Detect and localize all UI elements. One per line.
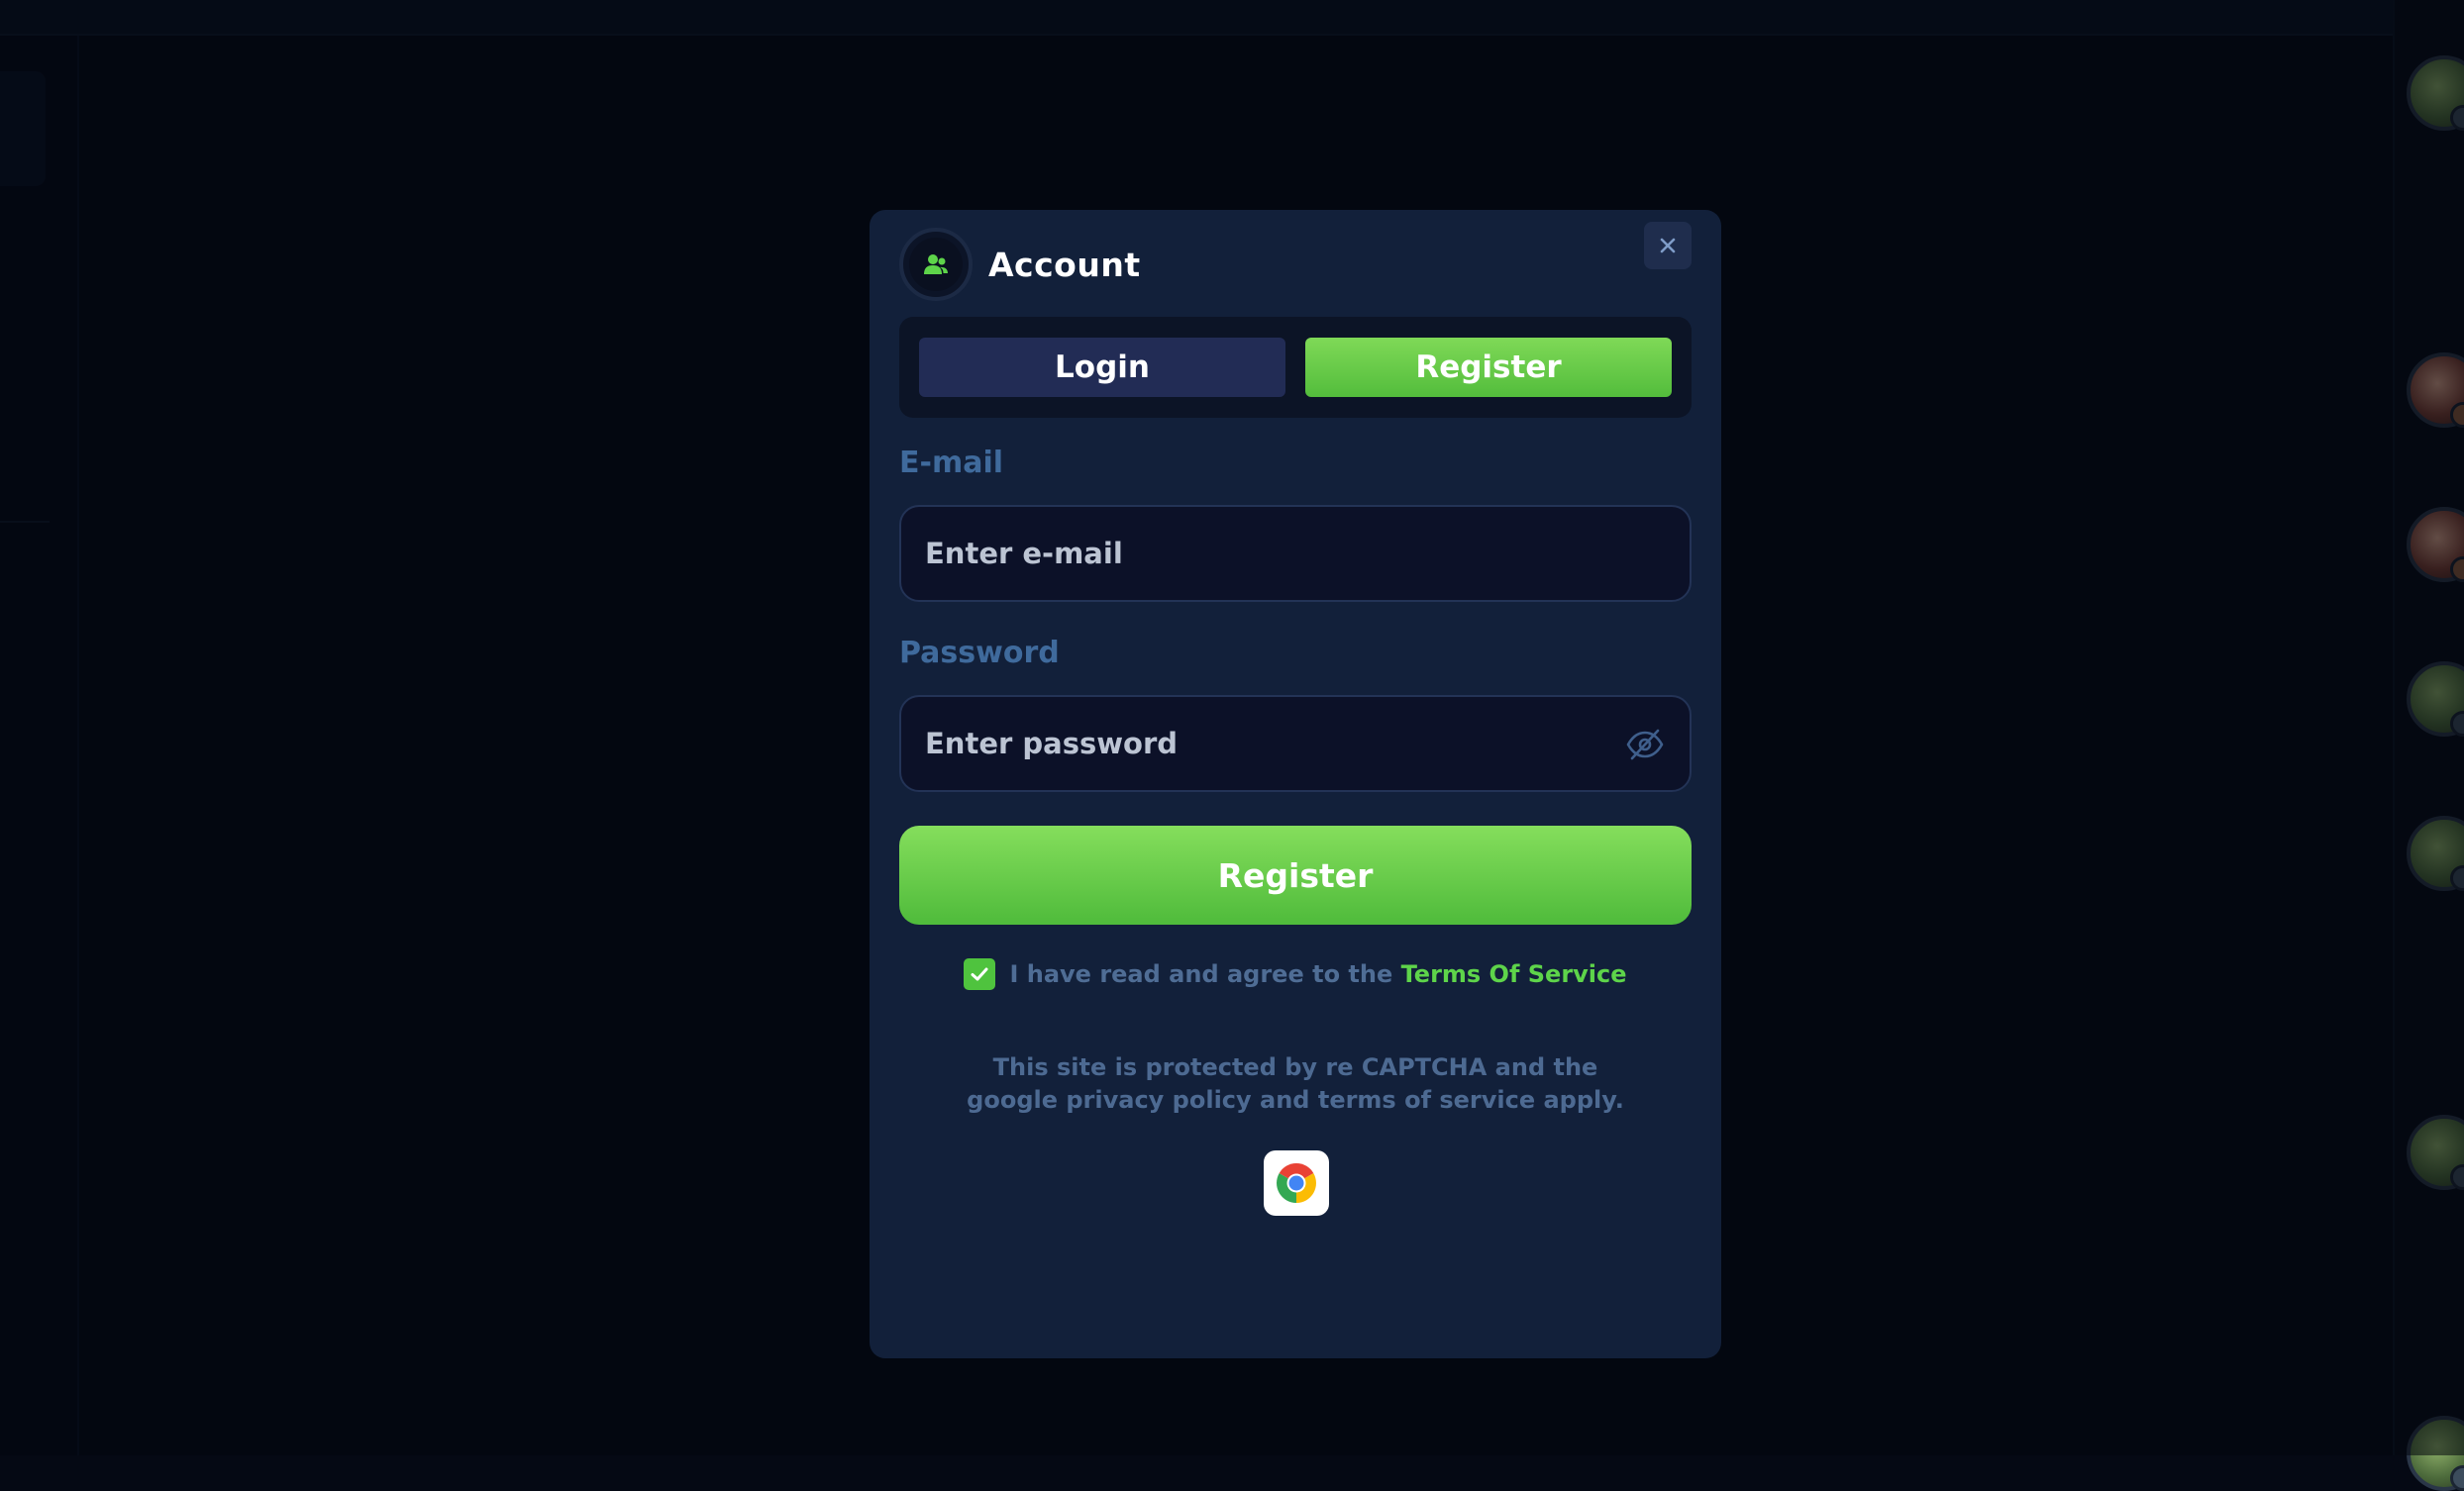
modal-title: Account: [988, 246, 1141, 284]
captcha-line-1: This site is protected by re CAPTCHA and…: [870, 1051, 1721, 1084]
close-button[interactable]: [1644, 222, 1692, 269]
terms-of-service-link[interactable]: Terms Of Service: [1401, 960, 1627, 988]
modal-header: Account: [899, 222, 1141, 307]
tab-login[interactable]: Login: [919, 338, 1285, 397]
email-label: E-mail: [899, 446, 1003, 480]
close-icon: [1658, 236, 1678, 255]
captcha-line-2: google privacy policy and terms of servi…: [870, 1084, 1721, 1117]
users-icon: [899, 228, 973, 301]
register-submit-button[interactable]: Register: [899, 826, 1692, 925]
chrome-icon[interactable]: [1264, 1150, 1329, 1216]
auth-tabs: Login Register: [899, 317, 1692, 418]
level-badge: [2450, 1465, 2464, 1491]
terms-row: I have read and agree to the Terms Of Se…: [870, 954, 1721, 994]
terms-text: I have read and agree to the: [1009, 960, 1400, 988]
captcha-notice: This site is protected by re CAPTCHA and…: [870, 1051, 1721, 1117]
tab-register[interactable]: Register: [1305, 338, 1672, 397]
account-modal: Account Login Register E-mail Password R…: [870, 210, 1721, 1358]
check-icon: [969, 963, 990, 985]
password-label: Password: [899, 636, 1060, 670]
email-field-wrapper: [899, 505, 1692, 602]
password-input[interactable]: [923, 697, 1616, 790]
terms-checkbox[interactable]: [964, 958, 995, 990]
eye-off-icon[interactable]: [1622, 722, 1668, 767]
email-input[interactable]: [923, 507, 1616, 600]
password-field-wrapper: [899, 695, 1692, 792]
